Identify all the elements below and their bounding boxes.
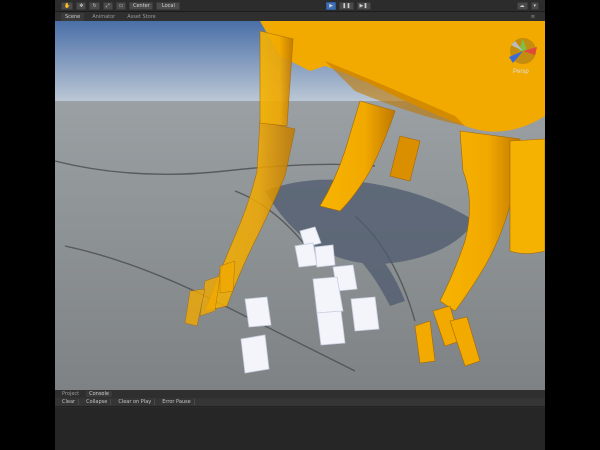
- console-log-area[interactable]: [55, 408, 545, 450]
- main-toolbar: ✋ ✥ ↻ ⤢ ▭ Center Local ▶ ❚❚ ▶❚ ☁ ▾: [55, 0, 545, 12]
- rotate-icon[interactable]: ↻: [89, 1, 100, 10]
- collapse-button[interactable]: Collapse: [83, 399, 112, 405]
- pause-icon[interactable]: ❚❚: [339, 1, 354, 10]
- space-toggle[interactable]: Local: [156, 1, 181, 10]
- scene-view[interactable]: Persp: [55, 21, 545, 390]
- tab-scene[interactable]: Scene: [61, 12, 85, 21]
- hand-icon[interactable]: ✋: [61, 1, 74, 10]
- tab-menu-icon[interactable]: ≡: [527, 13, 539, 21]
- pivot-label: Center: [132, 2, 150, 9]
- unity-editor-window: ✋ ✥ ↻ ⤢ ▭ Center Local ▶ ❚❚ ▶❚ ☁ ▾ Scene…: [55, 0, 545, 450]
- leg-right-fin: [509, 138, 545, 254]
- gizmo-label: Persp: [513, 69, 529, 75]
- console-toolbar: Clear Collapse Clear on Play Error Pause: [55, 398, 545, 407]
- step-icon[interactable]: ▶❚: [356, 1, 371, 10]
- cube: [350, 296, 380, 332]
- cube: [316, 310, 346, 346]
- move-icon[interactable]: ✥: [76, 1, 87, 10]
- clear-button[interactable]: Clear: [59, 399, 80, 405]
- cloud-icon[interactable]: ☁: [516, 1, 528, 10]
- error-pause-button[interactable]: Error Pause: [159, 399, 195, 405]
- scale-icon[interactable]: ⤢: [102, 1, 113, 10]
- account-button[interactable]: ▾: [530, 1, 540, 10]
- cube: [294, 242, 318, 268]
- scene-render: Persp: [55, 21, 545, 390]
- view-tabs: Scene Animator Asset Store ≡: [55, 12, 545, 21]
- tab-asset-store[interactable]: Asset Store: [123, 13, 159, 21]
- tab-animator[interactable]: Animator: [88, 13, 119, 21]
- play-icon[interactable]: ▶: [326, 1, 337, 10]
- pivot-toggle[interactable]: Center: [129, 1, 154, 10]
- space-label: Local: [161, 2, 175, 9]
- cube: [314, 244, 336, 268]
- cube: [240, 334, 270, 374]
- tab-project[interactable]: Project: [59, 391, 82, 397]
- leg-upper-left: [259, 30, 294, 127]
- bottom-tabs: Project Console: [55, 390, 545, 398]
- cube: [244, 296, 272, 328]
- clear-on-play-button[interactable]: Clear on Play: [115, 399, 156, 405]
- rect-icon[interactable]: ▭: [115, 1, 127, 10]
- tab-console[interactable]: Console: [86, 391, 112, 397]
